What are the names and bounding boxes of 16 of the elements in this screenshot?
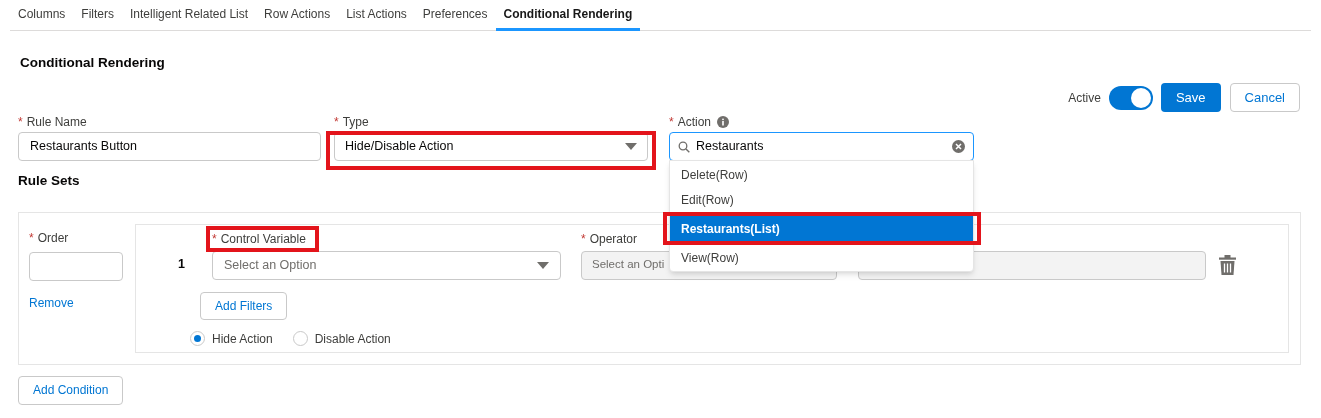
- condition-number: 1: [177, 255, 186, 273]
- active-label: Active: [1068, 89, 1101, 107]
- required-mark: *: [212, 230, 217, 248]
- section-title: Conditional Rendering: [20, 54, 165, 72]
- required-mark: *: [18, 114, 23, 132]
- required-mark: *: [334, 114, 339, 132]
- section-title: Rule Sets: [18, 172, 80, 191]
- field-label: Control Variable: [220, 230, 306, 248]
- field-label: Type: [342, 114, 369, 132]
- required-mark: *: [669, 114, 674, 132]
- field-label: Order: [37, 229, 69, 247]
- field-label: Action: [677, 114, 712, 132]
- field-label: Operator: [589, 230, 638, 248]
- field-label: Rule Name: [26, 114, 87, 132]
- required-mark: *: [581, 230, 586, 248]
- required-mark: *: [29, 229, 34, 247]
